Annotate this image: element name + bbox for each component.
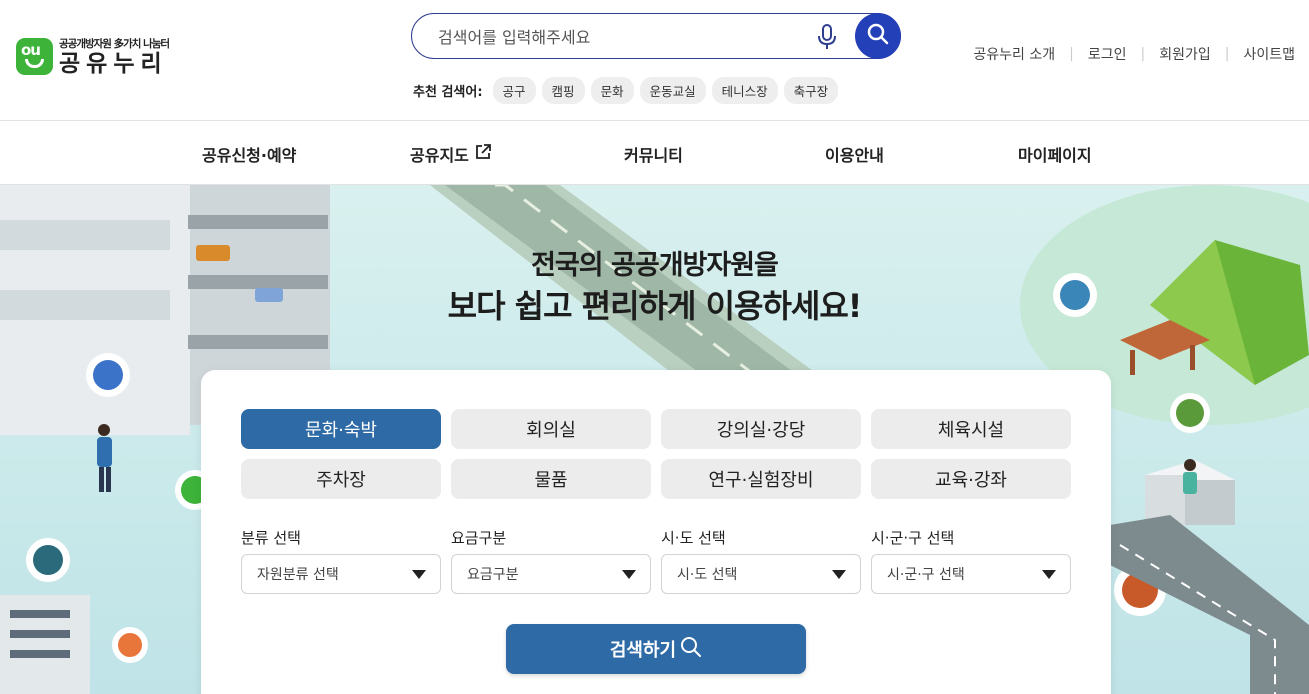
external-link-icon (475, 144, 491, 164)
divider: | (1224, 46, 1230, 62)
nav-label: 공유지도 (410, 146, 469, 165)
divider: | (1140, 46, 1146, 62)
dropdown-arrow-icon (832, 570, 846, 579)
nav-share-reservation[interactable]: 공유신청·예약 (202, 142, 296, 166)
keyword-chip[interactable]: 테니스장 (711, 77, 778, 104)
utility-links: 공유누리 소개 | 로그인 | 회원가입 | 사이트맵 (973, 44, 1295, 64)
filter-label-category: 분류 선택 (241, 529, 301, 547)
category-parking[interactable]: 주차장 (241, 459, 441, 499)
dropdown-arrow-icon (1042, 570, 1056, 579)
category-education[interactable]: 교육·강좌 (871, 459, 1071, 499)
filter-label-district: 시·군·구 선택 (871, 529, 955, 547)
logo-title: 공유누리 (59, 51, 168, 77)
search-button[interactable] (855, 13, 901, 59)
province-select[interactable]: 시·도 선택 (661, 554, 861, 594)
keyword-chip[interactable]: 축구장 (783, 77, 839, 104)
header: ou 공공개방자원 多가치 나눔터 공유누리 추천 검색어: (0, 0, 1309, 120)
nav-label: 커뮤니티 (624, 146, 683, 165)
search-box (411, 13, 901, 59)
search-icon (680, 636, 702, 663)
hero-headline-line2: 보다 쉽고 편리하게 이용하세요! (447, 287, 863, 325)
nav-label: 공유신청·예약 (202, 146, 297, 165)
category-meeting-room[interactable]: 회의실 (451, 409, 651, 449)
divider: | (1069, 46, 1074, 62)
category-sports-facility[interactable]: 체육시설 (871, 409, 1071, 449)
select-value: 자원분류 선택 (257, 567, 339, 583)
submit-label: 검색하기 (609, 640, 677, 661)
about-link[interactable]: 공유누리 소개 (973, 44, 1055, 64)
site-logo[interactable]: ou 공공개방자원 多가치 나눔터 공유누리 (16, 36, 170, 77)
recommended-keywords: 추천 검색어: 공구 캠핑 문화 운동교실 테니스장 축구장 (413, 77, 839, 104)
category-goods[interactable]: 물품 (451, 459, 651, 499)
microphone-icon[interactable] (816, 23, 838, 51)
select-value: 시·도 선택 (677, 567, 738, 583)
nav-guide[interactable]: 이용안내 (825, 142, 884, 166)
login-link[interactable]: 로그인 (1088, 44, 1127, 64)
category-research-equipment[interactable]: 연구·실험장비 (661, 459, 861, 499)
sitemap-link[interactable]: 사이트맵 (1243, 44, 1295, 64)
select-value: 요금구분 (467, 567, 519, 583)
nav-label: 마이페이지 (1018, 146, 1092, 165)
filter-label-province: 시·도 선택 (661, 529, 726, 547)
category-select[interactable]: 자원분류 선택 (241, 554, 441, 594)
keyword-chip[interactable]: 문화 (590, 77, 634, 104)
search-input[interactable] (438, 24, 798, 50)
filter-label-fee: 요금구분 (451, 529, 507, 547)
dropdown-arrow-icon (622, 570, 636, 579)
logo-subtitle: 공공개방자원 多가치 나눔터 (59, 38, 170, 50)
nav-label: 이용안내 (825, 146, 884, 165)
main-nav: 공유신청·예약 공유지도 커뮤니티 이용안내 마이페이지 (0, 120, 1309, 185)
search-icon (867, 23, 889, 49)
nav-share-map[interactable]: 공유지도 (410, 142, 491, 166)
signup-link[interactable]: 회원가입 (1159, 44, 1211, 64)
keyword-chip[interactable]: 공구 (492, 77, 536, 104)
keyword-chip[interactable]: 운동교실 (639, 77, 706, 104)
select-value: 시·군·구 선택 (887, 567, 965, 583)
recommended-label: 추천 검색어: (413, 85, 483, 100)
dropdown-arrow-icon (412, 570, 426, 579)
fee-select[interactable]: 요금구분 (451, 554, 651, 594)
nav-mypage[interactable]: 마이페이지 (1018, 142, 1092, 166)
district-select[interactable]: 시·군·구 선택 (871, 554, 1071, 594)
resource-search-panel: 문화·숙박 회의실 강의실·강당 체육시설 주차장 물품 연구·실험장비 교육·… (201, 370, 1111, 694)
nav-community[interactable]: 커뮤니티 (624, 142, 683, 166)
search-submit-button[interactable]: 검색하기 (506, 624, 806, 674)
logo-icon: ou (16, 38, 53, 75)
hero-headline-line1: 전국의 공공개방자원을 (531, 250, 779, 281)
category-lecture-hall[interactable]: 강의실·강당 (661, 409, 861, 449)
keyword-chip[interactable]: 캠핑 (541, 77, 585, 104)
category-culture-lodging[interactable]: 문화·숙박 (241, 409, 441, 449)
